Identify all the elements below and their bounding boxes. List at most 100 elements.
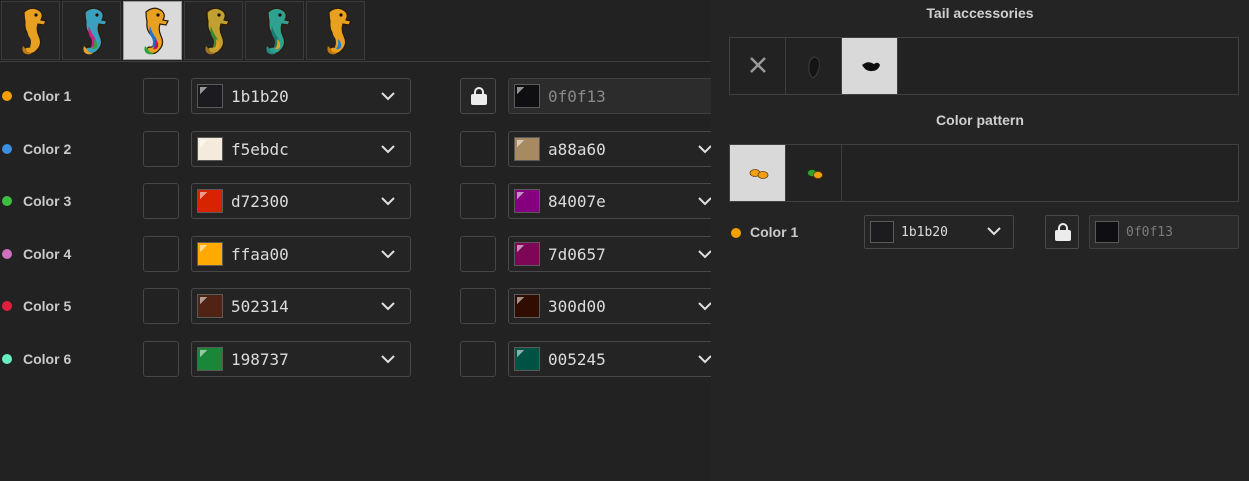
primary-color-value: 502314	[231, 297, 289, 316]
pattern-color-primary-dropdown[interactable]: 1b1b20	[864, 215, 1014, 249]
secondary-color-dropdown: 0f0f13	[508, 78, 711, 114]
color-row: Color 5 502314 300d00	[0, 287, 711, 327]
color-row-label: Color 1	[23, 88, 72, 104]
secondary-picker-button[interactable]	[460, 235, 496, 272]
secondary-color-swatch	[514, 346, 540, 371]
pattern-color-lock-button[interactable]	[1045, 215, 1079, 249]
chevron-down-icon	[381, 354, 395, 363]
tail-accessory-option-1[interactable]	[730, 38, 786, 94]
color-picker-button[interactable]	[143, 78, 179, 114]
pattern-color-secondary-value: 0f0f13	[1126, 225, 1173, 240]
secondary-color-value: 0f0f13	[548, 87, 606, 106]
none-x-icon	[750, 57, 766, 73]
primary-color-dropdown[interactable]: 198737	[191, 340, 411, 377]
color-pattern-panel	[729, 144, 1239, 202]
tail-fin-dark-icon	[808, 56, 820, 79]
primary-color-swatch	[197, 84, 223, 108]
primary-color-dropdown[interactable]: ffaa00	[191, 235, 411, 272]
color-row-label: Color 6	[23, 350, 72, 367]
color-row-label: Color 2	[23, 140, 72, 157]
primary-color-value: ffaa00	[231, 244, 289, 264]
variant-tab-4[interactable]	[184, 1, 243, 60]
variant-tab-5[interactable]	[245, 1, 304, 60]
secondary-picker-button[interactable]	[460, 130, 496, 167]
variant-tab-1[interactable]	[1, 1, 60, 60]
tail-accessory-option-2[interactable]	[786, 38, 842, 94]
color-dot	[2, 91, 12, 101]
secondary-color-dropdown[interactable]: 84007e	[508, 183, 711, 219]
primary-color-value: 1b1b20	[231, 87, 289, 106]
pattern-color-secondary-swatch	[1095, 221, 1119, 243]
primary-color-value: 198737	[231, 349, 289, 369]
secondary-picker-button[interactable]	[460, 183, 496, 219]
secondary-color-dropdown[interactable]: 005245	[508, 340, 711, 377]
color-row: Color 4 ffaa00 7d0657	[0, 235, 711, 275]
seahorse-rainbow-icon	[144, 7, 169, 55]
color-picker-button[interactable]	[143, 183, 179, 219]
primary-color-dropdown[interactable]: d72300	[191, 183, 411, 219]
color-pattern-option-1[interactable]	[730, 145, 786, 201]
primary-color-swatch	[197, 346, 223, 371]
secondary-color-dropdown[interactable]: a88a60	[508, 130, 711, 167]
chevron-down-icon	[987, 227, 1001, 236]
primary-color-value: d72300	[231, 192, 289, 211]
secondary-color-value: 005245	[548, 349, 606, 369]
right-pane: Tail accessories Color pattern Color 1 1…	[711, 0, 1249, 481]
seahorse-multicolor-icon	[83, 7, 108, 55]
tail-fin-black-icon	[862, 62, 880, 72]
secondary-color-swatch	[514, 241, 540, 266]
secondary-picker-button[interactable]	[460, 288, 496, 324]
variant-tab-3[interactable]	[123, 1, 182, 60]
color-picker-button[interactable]	[143, 288, 179, 324]
chevron-down-icon	[698, 302, 711, 311]
pattern-orange-icon	[749, 169, 769, 179]
chevron-down-icon	[381, 144, 395, 153]
color-pattern-option-2[interactable]	[786, 145, 842, 201]
tail-accessories-title: Tail accessories	[926, 5, 1034, 21]
lock-icon	[471, 87, 487, 105]
seahorse-teal-icon	[266, 7, 291, 55]
primary-color-dropdown[interactable]: 1b1b20	[191, 78, 411, 114]
secondary-picker-button[interactable]	[460, 340, 496, 377]
chevron-down-icon	[381, 92, 395, 101]
color-picker-button[interactable]	[143, 130, 179, 167]
seahorse-orange-icon	[22, 7, 47, 55]
variant-tab-6[interactable]	[306, 1, 365, 60]
pattern-color-dot	[731, 228, 741, 238]
color-dot	[2, 301, 12, 311]
color-row: Color 3 d72300 84007e	[0, 182, 711, 222]
lock-icon	[1055, 223, 1071, 241]
primary-color-swatch	[197, 241, 223, 266]
primary-color-swatch	[197, 189, 223, 213]
seahorse-green-orange-icon	[205, 7, 230, 55]
color-picker-button[interactable]	[143, 235, 179, 272]
secondary-color-dropdown[interactable]: 300d00	[508, 288, 711, 324]
color-row: Color 1 1b1b20 0f0f13	[0, 77, 711, 117]
secondary-color-swatch	[514, 136, 540, 161]
pattern-color-secondary-field: 0f0f13	[1089, 215, 1239, 249]
color-row-label: Color 3	[23, 193, 72, 209]
color-row-label: Color 4	[23, 245, 72, 262]
color-row-label: Color 5	[23, 298, 72, 314]
pattern-color-label: Color 1	[750, 224, 799, 240]
chevron-down-icon	[698, 249, 711, 258]
secondary-color-swatch	[514, 294, 540, 318]
tail-accessories-panel	[729, 37, 1239, 95]
variant-tab-2[interactable]	[62, 1, 121, 60]
secondary-color-swatch	[514, 189, 540, 213]
color-dot	[2, 353, 12, 364]
color-picker-button[interactable]	[143, 340, 179, 377]
seahorse-orange-blue-icon	[327, 7, 352, 55]
lock-button[interactable]	[460, 78, 496, 114]
primary-color-dropdown[interactable]: f5ebdc	[191, 130, 411, 167]
color-dot	[2, 248, 12, 259]
secondary-color-dropdown[interactable]: 7d0657	[508, 235, 711, 272]
pattern-green-orange-icon	[807, 169, 823, 179]
tail-accessory-option-3[interactable]	[842, 38, 898, 94]
chevron-down-icon	[381, 302, 395, 311]
primary-color-dropdown[interactable]: 502314	[191, 288, 411, 324]
secondary-color-swatch	[514, 84, 540, 108]
color-pattern-title: Color pattern	[936, 112, 1024, 128]
chevron-down-icon	[698, 144, 711, 153]
secondary-color-value: a88a60	[548, 139, 606, 159]
